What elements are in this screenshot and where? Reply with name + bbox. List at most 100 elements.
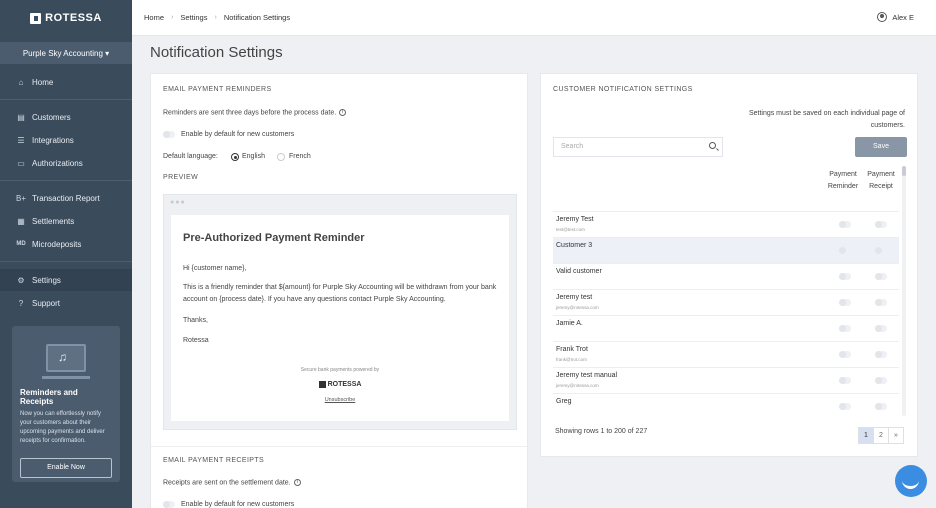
chat-widget-button[interactable] (895, 465, 927, 497)
customer-name: Jeremy test (556, 294, 593, 301)
english-radio[interactable] (231, 153, 239, 161)
customer-name: Frank Trot (556, 346, 588, 353)
sidebar-item-integrations[interactable]: ☰ Integrations (0, 129, 132, 151)
sidebar-item-settlements[interactable]: ▦ Settlements (0, 210, 132, 232)
receipts-enable-toggle[interactable] (163, 501, 175, 508)
customer-name: Greg (556, 398, 572, 405)
customer-email: frank@trot.com (556, 357, 587, 362)
reminder-toggle[interactable] (839, 403, 851, 410)
reminders-section-title: EMAIL PAYMENT REMINDERS (163, 86, 272, 93)
next-page-button[interactable]: » (888, 427, 904, 444)
customer-email: jeremy@rotessa.com (556, 305, 599, 310)
customer-notification-card: CUSTOMER NOTIFICATION SETTINGS Settings … (540, 73, 918, 457)
customer-search-input[interactable]: Search (553, 137, 723, 157)
table-row: Customer 3 (553, 237, 899, 263)
customer-name: Jeremy test manual (556, 372, 618, 379)
customer-email: jeremy@rotessa.com (556, 383, 599, 388)
sidebar-item-label: Transaction Report (32, 193, 100, 203)
sidebar-item-label: Integrations (32, 135, 74, 145)
reminders-promo-card: ♫ Reminders and Receipts Now you can eff… (12, 326, 120, 482)
email-signature: Rotessa (183, 337, 209, 344)
sidebar-item-transaction-report[interactable]: B+ Transaction Report (0, 187, 132, 209)
sidebar-divider (0, 99, 132, 100)
sidebar-divider (0, 180, 132, 181)
transaction-report-icon: B+ (16, 193, 27, 203)
reminder-toggle[interactable] (839, 299, 851, 306)
account-switcher[interactable]: Purple Sky Accounting ▾ (0, 42, 132, 64)
customer-settings-title: CUSTOMER NOTIFICATION SETTINGS (553, 86, 693, 93)
bell-icon: ♫ (58, 350, 67, 364)
receipt-toggle[interactable] (875, 299, 887, 306)
table-row: Jamie A. (553, 315, 899, 341)
column-payment-receipt: Payment Receipt (867, 171, 895, 190)
page-2-button[interactable]: 2 (873, 427, 889, 444)
table-scrollbar[interactable] (902, 166, 906, 416)
sidebar-item-label: Customers (32, 112, 71, 122)
brand-name: ROTESSA (45, 12, 102, 24)
home-icon: ⌂ (18, 77, 24, 87)
enable-now-button[interactable]: Enable Now (20, 458, 112, 478)
table-row: Jeremy test jeremy@rotessa.com (553, 289, 899, 315)
sidebar-item-label: Settlements (32, 216, 75, 226)
customer-name: Jeremy Test (556, 216, 594, 223)
info-icon[interactable]: i (339, 109, 347, 116)
sidebar-divider (0, 261, 132, 262)
save-button[interactable]: Save (855, 137, 907, 157)
reminders-enable-label: Enable by default for new customers (181, 131, 295, 138)
breadcrumb-settings[interactable]: Settings (180, 13, 207, 22)
sidebar-item-authorizations[interactable]: ▭ Authorizations (0, 152, 132, 174)
table-row: Jeremy test manual jeremy@rotessa.com (553, 367, 899, 393)
customer-name: Jamie A. (556, 320, 583, 327)
email-greeting: Hi {customer name}, (183, 265, 247, 272)
receipt-toggle[interactable] (875, 273, 887, 280)
email-preview-body: Pre-Authorized Payment Reminder Hi {cust… (171, 215, 509, 421)
reminder-toggle[interactable] (839, 273, 851, 280)
french-radio[interactable] (277, 153, 285, 161)
customer-table: Jeremy Test test@test.com Customer 3 Val… (553, 211, 899, 417)
page-1-button[interactable]: 1 (858, 427, 874, 444)
receipt-toggle[interactable] (875, 351, 887, 358)
reminder-toggle[interactable] (839, 221, 851, 228)
email-preview: ●●● Pre-Authorized Payment Reminder Hi {… (163, 194, 517, 430)
section-divider (151, 446, 527, 447)
breadcrumb-home[interactable]: Home (144, 13, 164, 22)
pagination: 1 2 » (858, 427, 904, 444)
gear-icon: ⚙ (17, 275, 25, 285)
reminder-toggle[interactable] (839, 247, 851, 254)
reminder-toggle[interactable] (839, 351, 851, 358)
unsubscribe-link[interactable]: Unsubscribe (171, 397, 509, 403)
powered-by-text: Secure bank payments powered by (300, 367, 380, 373)
reminder-toggle[interactable] (839, 325, 851, 332)
receipt-toggle[interactable] (875, 325, 887, 332)
customer-name: Customer 3 (556, 242, 593, 249)
receipts-note-text: Receipts are sent on the settlement date… (163, 479, 291, 487)
sidebar-item-support[interactable]: ? Support (0, 292, 132, 314)
reminder-toggle[interactable] (839, 377, 851, 384)
receipt-toggle[interactable] (875, 247, 887, 254)
sidebar-item-customers[interactable]: ▤ Customers (0, 106, 132, 128)
receipt-toggle[interactable] (875, 221, 887, 228)
reminders-enable-toggle[interactable] (163, 131, 175, 138)
sidebar-item-microdeposits[interactable]: MD Microdeposits (0, 233, 132, 255)
user-menu[interactable]: Alex E (877, 12, 914, 22)
search-icon[interactable] (709, 142, 716, 149)
customers-icon: ▤ (17, 112, 25, 122)
sidebar-item-label: Settings (32, 275, 61, 285)
sidebar-item-home[interactable]: ⌂ Home (0, 71, 132, 93)
sidebar-item-settings[interactable]: ⚙ Settings (0, 269, 132, 291)
reminders-note-text: Reminders are sent three days before the… (163, 109, 337, 117)
authorizations-icon: ▭ (17, 158, 25, 168)
receipt-toggle[interactable] (875, 403, 887, 410)
email-rotessa-logo: ROTESSA (171, 381, 509, 388)
window-dots: ●●● (170, 199, 186, 206)
rotessa-logo[interactable]: ROTESSA (0, 0, 132, 36)
receipts-enable-label: Enable by default for new customers (181, 501, 295, 508)
table-row: Greg (553, 393, 899, 417)
sidebar-item-label: Support (32, 298, 61, 308)
receipt-toggle[interactable] (875, 377, 887, 384)
breadcrumb-current: Notification Settings (223, 13, 291, 22)
breadcrumb-separator: › (214, 14, 217, 21)
receipts-section-title: EMAIL PAYMENT RECEIPTS (163, 457, 265, 464)
promo-title: Reminders and Receipts (20, 388, 78, 406)
info-icon[interactable]: i (293, 479, 301, 486)
